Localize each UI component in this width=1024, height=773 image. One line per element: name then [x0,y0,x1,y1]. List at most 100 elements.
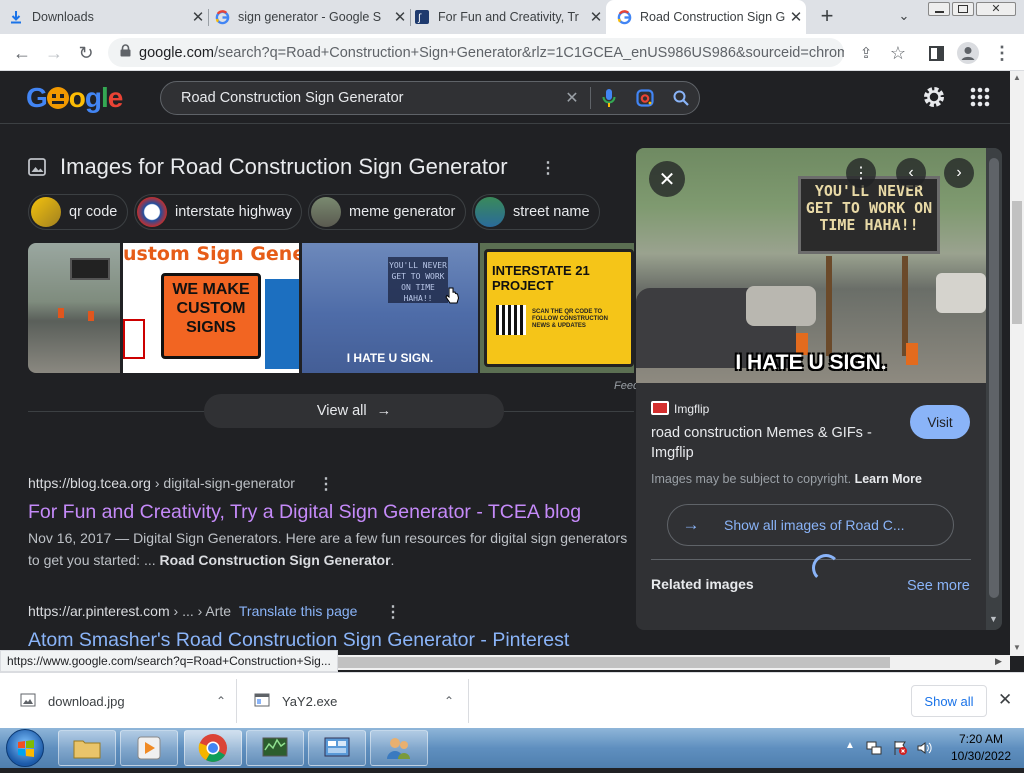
close-icon[interactable]: ✕ [586,8,606,26]
status-bar-url: https://www.google.com/search?q=Road+Con… [0,650,338,672]
result-title-link[interactable]: For Fun and Creativity, Try a Digital Si… [28,501,581,524]
clock-time: 7:20 AM [958,732,1004,746]
source-name[interactable]: Imgflip [674,402,709,416]
copyright-notice: Images may be subject to copyright. Lear… [651,472,922,486]
close-icon[interactable]: ✕ [390,8,410,26]
download-icon [8,9,24,25]
back-arrow-icon[interactable]: ← [8,39,36,67]
translate-link[interactable]: Translate this page [239,603,358,619]
chip-qr-code[interactable]: qr code [28,194,128,230]
google-logo[interactable]: Gogle [26,82,123,114]
users-icon[interactable] [370,730,428,766]
result-title-link[interactable]: Atom Smasher's Road Construction Sign Ge… [28,629,569,652]
chip-meme-generator[interactable]: meme generator [308,194,466,230]
tab-label: sign generator - Google S [238,10,382,24]
thumb-text: SCAN THE QR CODE TO FOLLOW CONSTRUCTION … [532,309,608,329]
tab-sign-generator[interactable]: sign generator - Google S ✕ [214,0,410,34]
profile-avatar-icon[interactable] [954,39,982,67]
more-options-icon[interactable]: ⋮ [385,602,401,622]
image-thumbnail[interactable]: ustom Sign Generat WE MAKE CUSTOM SIGNS [123,243,299,373]
close-icon[interactable]: ✕ [786,8,806,26]
apps-grid-icon[interactable] [970,87,990,112]
search-icon[interactable] [663,82,699,114]
speaker-icon[interactable] [916,740,932,761]
chip-street-name[interactable]: street name [472,194,600,230]
tab-tcea[interactable]: ʃ For Fun and Creativity, Tr ✕ [414,0,606,34]
chip-thumbnail [311,197,341,227]
arrow-right-icon: → [682,515,700,534]
google-header: Gogle Road Construction Sign Generator ✕ [0,71,1010,124]
file-explorer-icon[interactable] [58,730,116,766]
browser-toolbar: ← → ↻ google.com/search?q=Road+Construct… [0,34,1024,71]
tab-search-button[interactable]: ⌄ [894,8,914,26]
image-thumbnail[interactable]: INTERSTATE 21 PROJECT SCAN THE QR CODE T… [480,243,634,373]
media-player-icon[interactable] [120,730,178,766]
lens-camera-icon[interactable] [627,82,663,114]
view-all-button[interactable]: View all → [204,394,504,428]
lock-icon[interactable] [120,44,131,61]
chevron-left-icon[interactable]: ‹ [896,158,926,188]
image-thumbnail[interactable] [28,243,120,373]
close-icon[interactable]: ✕ [188,8,208,26]
chevron-up-icon[interactable]: ⌃ [444,694,454,708]
thumb-text: INTERSTATE 21 PROJECT [492,263,590,293]
microphone-icon[interactable] [591,82,627,114]
network-icon[interactable] [866,740,882,761]
thumb-text: ustom Sign Generat [123,243,299,269]
google-icon [214,9,230,25]
address-bar[interactable]: google.com/search?q=Road+Construction+Si… [108,38,844,67]
download-item[interactable]: download.jpg ⌃ [20,673,226,729]
settings-gear-icon[interactable] [922,85,946,114]
result-cite[interactable]: https://ar.pinterest.com › ... › Arte Tr… [28,603,357,619]
result-snippet: Nov 16, 2017 — Digital Sign Generators. … [28,530,628,568]
page-vertical-scrollbar[interactable]: ▲ ▼ [1010,71,1024,656]
tcea-icon: ʃ [414,9,430,25]
see-more-link[interactable]: See more [907,578,970,594]
panel-scrollbar[interactable]: ▼ [986,148,1002,630]
minimize-button[interactable] [928,2,950,16]
show-all-images-button[interactable]: → Show all images of Road C... [667,504,954,546]
clear-icon[interactable]: ✕ [554,82,590,114]
chevron-up-icon[interactable]: ⌃ [216,694,226,708]
close-icon[interactable]: ✕ [649,161,685,197]
chevron-right-icon[interactable]: › [944,158,974,188]
side-panel-icon[interactable] [922,39,950,67]
download-item[interactable]: YaY2.exe ⌃ [254,673,454,729]
more-options-icon[interactable]: ⋮ [846,158,876,188]
close-window-button[interactable]: ✕ [976,2,1016,16]
action-center-flag-icon[interactable] [892,740,908,761]
image-thumbnail[interactable]: YOU'LL NEVER GET TO WORK ON TIME HAHA!! … [302,243,478,373]
more-options-icon[interactable]: ⋮ [540,158,556,178]
close-icon[interactable]: ✕ [998,690,1012,710]
preview-image[interactable]: YOU'LL NEVER GET TO WORK ON TIME HAHA!! … [636,148,986,383]
more-options-icon[interactable]: ⋮ [318,474,334,494]
chip-thumbnail [475,197,505,227]
images-section-title: Images for Road Construction Sign Genera… [60,154,508,179]
tab-downloads[interactable]: Downloads ✕ [8,0,208,34]
menu-icon[interactable]: ⋮ [988,39,1016,67]
tab-label: Downloads [32,10,94,24]
share-icon[interactable]: ⇪ [852,39,880,67]
new-tab-button[interactable]: + [814,5,840,29]
system-clock[interactable]: 7:20 AM 10/30/2022 [940,731,1022,765]
bookmark-star-icon[interactable]: ☆ [884,39,912,67]
result-cite[interactable]: https://blog.tcea.org › digital-sign-gen… [28,475,295,491]
start-button[interactable] [6,729,44,767]
preview-title[interactable]: road construction Memes & GIFs - Imgflip [651,423,896,463]
chip-interstate-highway[interactable]: interstate highway [134,194,302,230]
download-filename: download.jpg [48,693,125,709]
search-box[interactable]: Road Construction Sign Generator ✕ [160,81,700,115]
tab-road-construction[interactable]: Road Construction Sign G ✕ [606,0,806,34]
search-input[interactable]: Road Construction Sign Generator [161,90,554,106]
reload-icon[interactable]: ↻ [72,39,100,67]
show-hidden-icons-icon[interactable]: ▲ [845,740,855,751]
downloads-show-all-button[interactable]: Show all [911,685,987,717]
chrome-icon[interactable] [184,730,242,766]
visit-button[interactable]: Visit [910,405,970,439]
control-panel-icon[interactable] [308,730,366,766]
learn-more-link[interactable]: Learn More [855,472,922,486]
google-icon [616,9,632,25]
forward-arrow-icon[interactable]: → [40,39,68,67]
task-manager-icon[interactable] [246,730,304,766]
maximize-button[interactable] [952,2,974,16]
